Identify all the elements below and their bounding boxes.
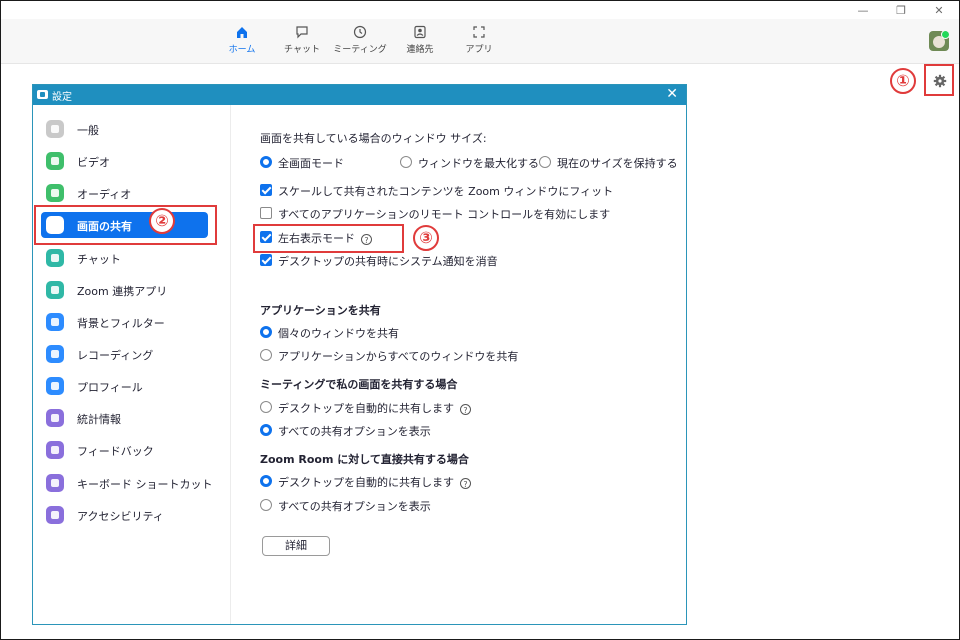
sidebar-item-zoom-apps[interactable]: Zoom 連携アプリ [43, 277, 218, 303]
radio-label: アプリケーションからすべてのウィンドウを共有 [278, 350, 519, 363]
dialog-close-button[interactable]: ✕ [666, 86, 678, 102]
gear-icon [46, 120, 64, 138]
apps-icon [473, 26, 485, 38]
sidebar-item-label: キーボード ショートカット [77, 478, 213, 491]
close-window-button[interactable]: ✕ [929, 4, 949, 18]
checkbox-label: スケールして共有されたコンテンツを Zoom ウィンドウにフィット [278, 185, 614, 198]
apps-icon [46, 281, 64, 299]
sidebar-item-label: レコーディング [77, 349, 154, 362]
tab-meetings[interactable]: ミーティング [332, 25, 388, 61]
sidebar-item-general[interactable]: 一般 [43, 116, 218, 142]
radio-label: すべての共有オプションを表示 [278, 425, 431, 438]
clock-icon [353, 25, 367, 39]
dialog-title: 設定 [52, 92, 72, 103]
sidebar-item-chat[interactable]: チャット [43, 245, 218, 271]
sidebar-item-label: 統計情報 [77, 413, 121, 426]
avatar[interactable] [929, 31, 949, 51]
callout-two: ② [149, 208, 175, 234]
online-status-dot [941, 31, 949, 39]
accessibility-icon [46, 506, 64, 524]
radio-label: デスクトップを自動的に共有します? [278, 400, 471, 416]
sidebar-item-feedback[interactable]: フィードバック [43, 437, 218, 463]
top-nav: ホーム チャット ミーティング 連絡先 アプリ [1, 19, 959, 64]
sidebar-item-label: アクセシビリティ [77, 510, 164, 523]
zoom-room-share-title: Zoom Room に対して直接共有する場合 [260, 453, 469, 466]
radio-label: ウィンドウを最大化する [418, 157, 539, 170]
sidebar-item-recording[interactable]: レコーディング [43, 341, 218, 367]
callout-one: ① [890, 68, 916, 94]
chat-icon [46, 249, 64, 267]
background-icon [46, 313, 64, 331]
meeting-share-title: ミーティングで私の画面を共有する場合 [260, 378, 458, 391]
sidebar-item-background-filters[interactable]: 背景とフィルター [43, 309, 218, 335]
help-icon[interactable]: ? [460, 477, 471, 489]
sidebar-item-label: チャット [77, 253, 121, 266]
highlight-side-by-side [253, 224, 404, 253]
checkbox-label: すべてのアプリケーションのリモート コントロールを有効にします [278, 208, 611, 221]
advanced-button[interactable]: 詳細 [262, 536, 330, 556]
sidebar-item-profile[interactable]: プロフィール [43, 373, 218, 399]
sidebar-item-label: フィードバック [77, 445, 154, 458]
tab-chat[interactable]: チャット [274, 25, 330, 61]
settings-sidebar: 一般 ビデオ オーディオ 画面の共有 チャット Zoom 連携アプリ 背景とフィ… [33, 105, 231, 624]
headphones-icon [46, 184, 64, 202]
video-icon [46, 152, 64, 170]
tab-chat-label: チャット [284, 45, 320, 55]
sidebar-item-keyboard-shortcuts[interactable]: キーボード ショートカット [43, 470, 218, 496]
highlight-share-screen [34, 205, 217, 245]
minimize-button[interactable]: — [853, 4, 873, 18]
radio-label-text: デスクトップを自動的に共有します [278, 402, 454, 415]
sidebar-item-label: プロフィール [77, 381, 143, 394]
zoom-camera-icon [37, 90, 48, 99]
radio-label: 現在のサイズを保持する [557, 157, 678, 170]
checkbox-label: デスクトップの共有時にシステム通知を消音 [278, 255, 498, 268]
tab-apps[interactable]: アプリ [451, 25, 507, 61]
sidebar-item-label: オーディオ [77, 188, 132, 201]
sidebar-item-audio[interactable]: オーディオ [43, 180, 218, 206]
radio-label: デスクトップを自動的に共有します? [278, 474, 471, 490]
tab-home[interactable]: ホーム [214, 25, 270, 61]
sidebar-item-label: 背景とフィルター [77, 317, 165, 330]
contacts-icon [414, 25, 426, 39]
tab-contacts-label: 連絡先 [406, 45, 434, 55]
home-icon [237, 27, 247, 38]
gear-icon [933, 74, 947, 88]
sidebar-item-label: 一般 [77, 124, 99, 137]
radio-label-text: デスクトップを自動的に共有します [278, 476, 454, 489]
window-size-title: 画面を共有している場合のウィンドウ サイズ: [260, 132, 487, 145]
sidebar-item-label: Zoom 連携アプリ [77, 285, 168, 298]
share-screen-settings: 画面を共有している場合のウィンドウ サイズ: 全画面モード ウィンドウを最大化す… [231, 105, 686, 624]
restore-button[interactable]: ❐ [891, 4, 911, 18]
sidebar-item-label: ビデオ [77, 156, 110, 169]
radio-label: 全画面モード [278, 157, 344, 170]
radio-label: 個々のウィンドウを共有 [278, 327, 399, 340]
radio-label: すべての共有オプションを表示 [278, 500, 431, 513]
sidebar-item-video[interactable]: ビデオ [43, 148, 218, 174]
app-share-title: アプリケーションを共有 [260, 304, 381, 317]
tab-home-label: ホーム [228, 45, 256, 55]
tab-meetings-label: ミーティング [333, 45, 387, 55]
sidebar-item-accessibility[interactable]: アクセシビリティ [43, 502, 218, 528]
profile-icon [46, 377, 64, 395]
tab-apps-label: アプリ [465, 45, 493, 55]
feedback-icon [46, 441, 64, 459]
settings-gear-button[interactable] [924, 64, 954, 96]
chat-icon [296, 26, 308, 39]
settings-dialog: 設定 ✕ 一般 ビデオ オーディオ 画面の共有 チャット Zoom 連携アプリ [32, 84, 687, 625]
keyboard-icon [46, 474, 64, 492]
help-icon[interactable]: ? [460, 403, 471, 415]
statistics-icon [46, 409, 64, 427]
dialog-title-bar: 設定 ✕ [33, 85, 686, 105]
record-icon [46, 345, 64, 363]
callout-three: ③ [413, 225, 439, 251]
tab-contacts[interactable]: 連絡先 [392, 25, 448, 61]
sidebar-item-statistics[interactable]: 統計情報 [43, 405, 218, 431]
